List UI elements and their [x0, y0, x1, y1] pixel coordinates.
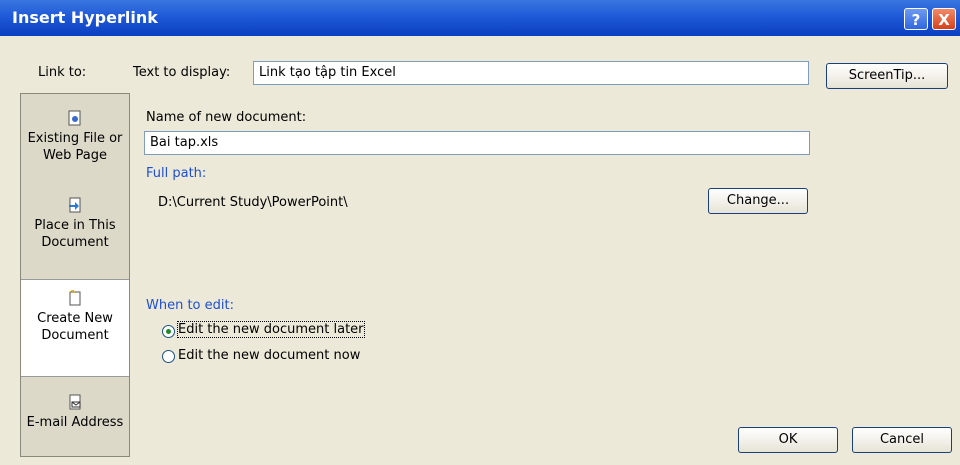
cancel-button[interactable]: Cancel [852, 427, 952, 453]
edit-now-label[interactable]: Edit the new document now [178, 348, 360, 363]
title-bar: Insert Hyperlink ? X [0, 0, 960, 36]
close-button[interactable]: X [932, 8, 956, 30]
help-button[interactable]: ? [904, 8, 928, 30]
existing-file-icon [68, 110, 81, 126]
sidebar-item-existing-file[interactable]: Existing File or Web Page [21, 110, 129, 164]
sidebar-item-label: Web Page [43, 148, 107, 163]
sidebar-item-place-in-document[interactable]: Place in This Document [21, 197, 129, 251]
edit-now-radio[interactable] [162, 350, 175, 363]
email-icon [69, 394, 81, 410]
link-to-label: Link to: [38, 65, 87, 80]
sidebar-item-label: Existing File or [27, 131, 123, 146]
sidebar-item-label: Document [41, 328, 109, 343]
edit-later-label[interactable]: Edit the new document later [177, 321, 365, 338]
screentip-button[interactable]: ScreenTip... [826, 63, 948, 89]
change-button[interactable]: Change... [708, 188, 808, 214]
link-to-sidebar: Existing File or Web Page Place in This … [20, 93, 130, 457]
name-of-new-document-label: Name of new document: [146, 110, 307, 125]
radio-selected-dot [166, 329, 171, 334]
new-document-name-input[interactable]: Bai tap.xls [144, 131, 810, 155]
ok-button[interactable]: OK [738, 427, 838, 453]
text-to-display-label: Text to display: [133, 65, 231, 80]
sidebar-item-create-new-document[interactable]: Create New Document [21, 279, 129, 377]
edit-later-radio[interactable] [162, 325, 175, 338]
full-path-label: Full path: [146, 166, 207, 181]
dialog-title: Insert Hyperlink [12, 8, 158, 27]
full-path-value: D:\Current Study\PowerPoint\ [158, 195, 348, 210]
new-document-icon [69, 290, 81, 306]
sidebar-item-label: Place in This [34, 218, 116, 233]
when-to-edit-label: When to edit: [146, 298, 234, 313]
text-to-display-input[interactable]: Link tạo tập tin Excel [253, 61, 809, 85]
sidebar-item-label: Create New [37, 311, 113, 326]
sidebar-item-email-address[interactable]: E-mail Address [21, 394, 129, 431]
sidebar-item-label: E-mail Address [26, 415, 124, 430]
sidebar-item-label: Document [41, 235, 109, 250]
place-document-icon [69, 197, 81, 213]
